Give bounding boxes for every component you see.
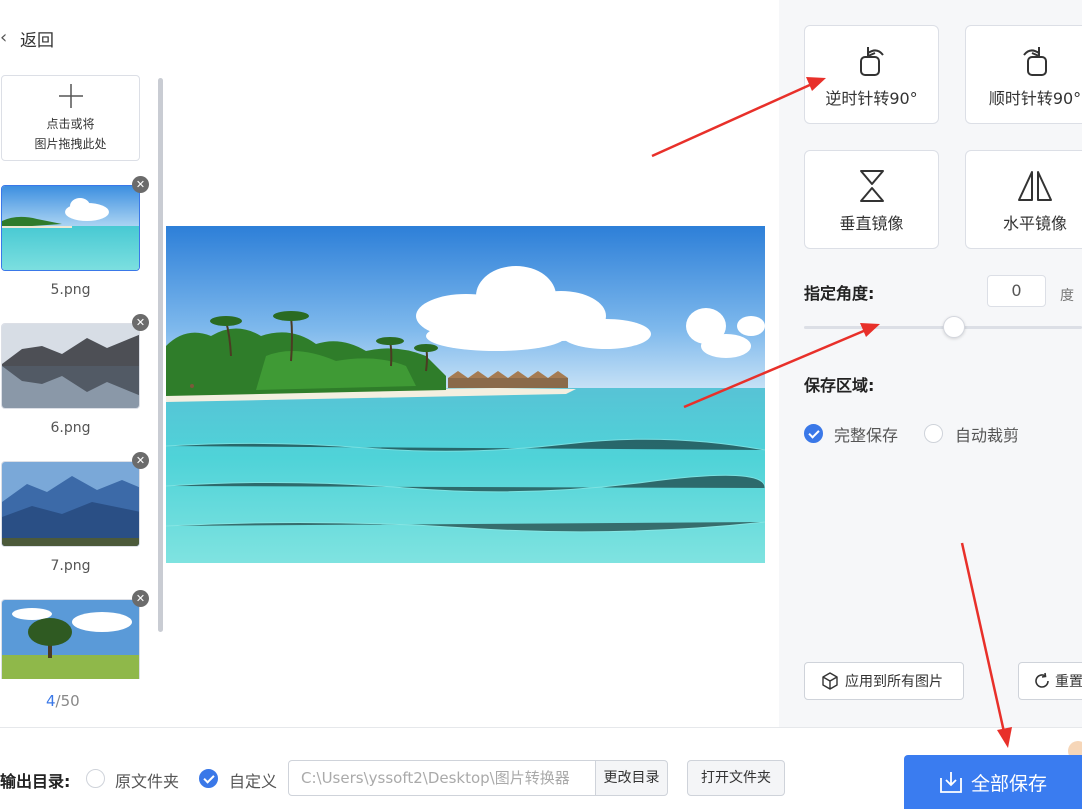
rotate-cw-label: 顺时针转90° bbox=[988, 88, 1082, 108]
change-dir-button[interactable]: 更改目录 bbox=[595, 760, 668, 796]
main-preview-image bbox=[166, 226, 765, 563]
upload-hint-line2: 图片拖拽此处 bbox=[34, 136, 107, 151]
auto-crop-label: 自动裁剪 bbox=[955, 426, 1020, 445]
remove-thumbnail-8-icon[interactable]: ✕ bbox=[132, 590, 149, 607]
remove-thumbnail-7-icon[interactable]: ✕ bbox=[132, 452, 149, 469]
angle-title: 指定角度: bbox=[804, 284, 875, 303]
apply-all-label: 应用到所有图片 bbox=[845, 674, 943, 690]
angle-unit: 度 bbox=[1060, 288, 1074, 304]
back-link[interactable]: ‹ 返回 bbox=[0, 26, 54, 51]
rotate-ccw-icon bbox=[855, 41, 889, 81]
save-full-radio[interactable] bbox=[804, 424, 823, 443]
flip-horizontal-label: 水平镜像 bbox=[1002, 213, 1067, 233]
flip-horizontal-icon bbox=[1015, 166, 1055, 206]
thumbnail-name: 7.png bbox=[50, 558, 91, 574]
back-label: 返回 bbox=[20, 30, 54, 51]
custom-folder-label: 自定义 bbox=[229, 772, 278, 791]
angle-input[interactable]: 0 bbox=[987, 275, 1046, 307]
page-indicator: 4/50 bbox=[46, 692, 80, 710]
plus-icon bbox=[58, 83, 84, 114]
open-folder-button[interactable]: 打开文件夹 bbox=[687, 760, 785, 796]
refresh-icon bbox=[1033, 672, 1051, 690]
save-all-button[interactable]: 全部保存 bbox=[904, 755, 1082, 809]
save-area-title: 保存区域: bbox=[804, 376, 875, 395]
thumbnail-5[interactable] bbox=[1, 185, 140, 271]
rotate-ccw-button[interactable]: 逆时针转90° bbox=[804, 25, 939, 124]
angle-slider-thumb[interactable] bbox=[943, 316, 965, 338]
thumbnail-name: 6.png bbox=[50, 420, 91, 436]
rotate-cw-icon bbox=[1018, 41, 1052, 81]
flip-vertical-button[interactable]: 垂直镜像 bbox=[804, 150, 939, 249]
chevron-left-icon: ‹ bbox=[0, 27, 8, 48]
rotate-ccw-label: 逆时针转90° bbox=[825, 88, 918, 108]
cube-icon bbox=[821, 672, 839, 690]
custom-folder-radio[interactable] bbox=[199, 769, 218, 788]
thumbnail-scrollbar[interactable] bbox=[158, 78, 163, 632]
flip-horizontal-button[interactable]: 水平镜像 bbox=[965, 150, 1082, 249]
upload-dropzone[interactable]: 点击或将 图片拖拽此处 bbox=[1, 75, 140, 161]
thumbnail-7[interactable] bbox=[1, 461, 140, 547]
remove-thumbnail-6-icon[interactable]: ✕ bbox=[132, 314, 149, 331]
remove-thumbnail-5-icon[interactable]: ✕ bbox=[132, 176, 149, 193]
rotate-cw-button[interactable]: 顺时针转90° bbox=[965, 25, 1082, 124]
upload-hint-line1: 点击或将 bbox=[46, 116, 95, 131]
reset-label: 重置 bbox=[1055, 674, 1082, 690]
reset-button[interactable]: 重置 bbox=[1018, 662, 1082, 700]
flip-vertical-icon bbox=[855, 166, 889, 206]
flip-vertical-label: 垂直镜像 bbox=[839, 213, 904, 233]
output-path-field[interactable]: C:\Users\yssoft2\Desktop\图片转换器 bbox=[288, 760, 596, 796]
output-dir-label: 输出目录: bbox=[0, 772, 71, 791]
original-folder-label: 原文件夹 bbox=[115, 772, 180, 791]
apply-all-button[interactable]: 应用到所有图片 bbox=[804, 662, 964, 700]
download-icon bbox=[939, 770, 963, 794]
original-folder-radio[interactable] bbox=[86, 769, 105, 788]
save-full-label: 完整保存 bbox=[834, 426, 899, 445]
auto-crop-radio[interactable] bbox=[924, 424, 943, 443]
save-all-label: 全部保存 bbox=[970, 772, 1047, 795]
thumbnail-name: 5.png bbox=[50, 282, 91, 298]
thumbnail-8[interactable] bbox=[1, 599, 140, 679]
bottom-divider bbox=[0, 727, 1082, 728]
thumbnail-6[interactable] bbox=[1, 323, 140, 409]
